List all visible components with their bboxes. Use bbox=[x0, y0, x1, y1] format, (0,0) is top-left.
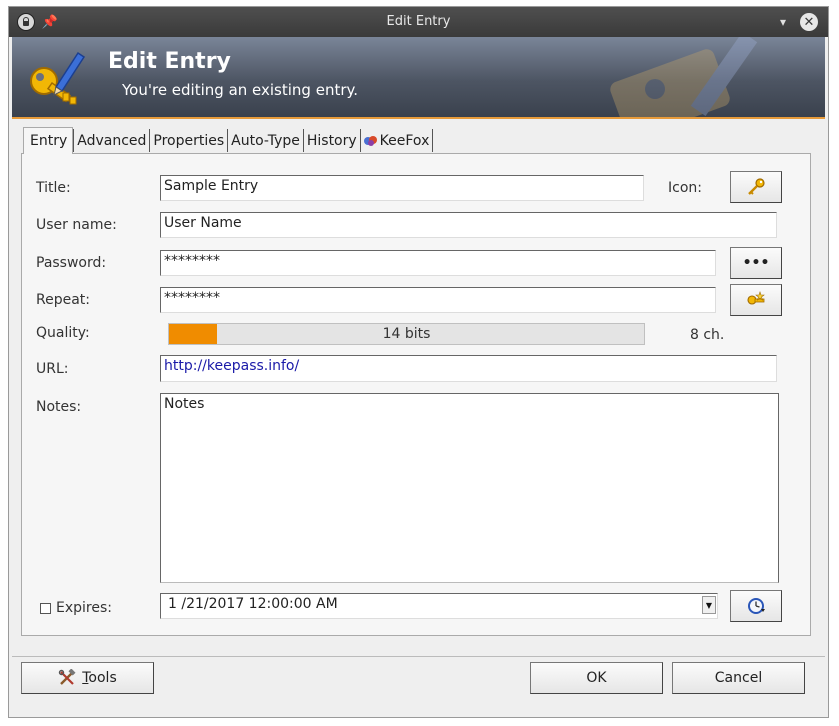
quality-char-count: 8 ch. bbox=[690, 327, 725, 343]
notes-label: Notes: bbox=[36, 399, 82, 415]
icon-picker-button[interactable] bbox=[730, 171, 782, 203]
cancel-button[interactable]: Cancel bbox=[672, 662, 805, 694]
username-label: User name: bbox=[36, 217, 117, 233]
tab-auto-type[interactable]: Auto-Type bbox=[228, 129, 304, 152]
expires-label[interactable]: Expires: bbox=[56, 600, 112, 616]
tab-advanced[interactable]: Advanced bbox=[73, 129, 151, 152]
username-field[interactable]: User Name bbox=[160, 212, 777, 238]
tab-keefox[interactable]: KeeFox bbox=[361, 129, 434, 152]
url-label: URL: bbox=[36, 361, 69, 377]
tools-button[interactable]: Tools bbox=[21, 662, 154, 694]
title-field[interactable]: Sample Entry bbox=[160, 175, 644, 201]
tab-entry[interactable]: Entry bbox=[23, 127, 74, 154]
expiry-datetime-value: 1 /21/2017 12:00:00 AM bbox=[168, 596, 338, 612]
password-generator-icon bbox=[747, 291, 765, 305]
title-bar[interactable]: 📌 Edit Entry ▾ ✕ bbox=[9, 7, 828, 37]
tools-icon bbox=[59, 669, 76, 685]
banner-title: Edit Entry bbox=[108, 49, 231, 74]
show-password-button[interactable]: ••• bbox=[730, 247, 782, 279]
window-title: Edit Entry bbox=[386, 14, 451, 29]
minimize-icon[interactable]: ▾ bbox=[772, 11, 794, 33]
chevron-down-icon[interactable]: ▼ bbox=[702, 596, 716, 614]
header-banner: Edit Entry You're editing an existing en… bbox=[12, 37, 825, 119]
url-field[interactable]: http://keepass.info/ bbox=[160, 355, 777, 382]
expiry-presets-button[interactable] bbox=[730, 590, 782, 622]
expires-checkbox[interactable] bbox=[40, 603, 51, 614]
title-label: Title: bbox=[36, 180, 71, 196]
tools-label-rest: ools bbox=[88, 670, 117, 686]
quality-meter: 14 bits bbox=[168, 323, 645, 345]
repeat-password-field[interactable]: ******** bbox=[160, 287, 716, 313]
banner-subtitle: You're editing an existing entry. bbox=[122, 81, 359, 99]
tab-bar: Entry Advanced Properties Auto-Type Hist… bbox=[23, 127, 434, 154]
banner-watermark-icon bbox=[610, 37, 758, 117]
tab-properties[interactable]: Properties bbox=[150, 129, 229, 152]
tools-label: Tools bbox=[82, 670, 117, 686]
password-field[interactable]: ******** bbox=[160, 250, 716, 276]
key-pencil-icon bbox=[30, 51, 86, 105]
icon-label: Icon: bbox=[668, 180, 702, 196]
quality-bits-text: 14 bits bbox=[382, 326, 431, 342]
close-icon[interactable]: ✕ bbox=[798, 11, 820, 33]
repeat-label: Repeat: bbox=[36, 292, 90, 308]
footer-separator bbox=[12, 656, 825, 657]
ok-button[interactable]: OK bbox=[530, 662, 663, 694]
clock-icon bbox=[748, 598, 765, 614]
notes-field[interactable]: Notes bbox=[160, 393, 779, 583]
expiry-datetime-picker[interactable]: 1 /21/2017 12:00:00 AM ▼ bbox=[160, 593, 718, 619]
edit-entry-window: 📌 Edit Entry ▾ ✕ Edit Entry You're editi… bbox=[8, 6, 829, 718]
password-label: Password: bbox=[36, 255, 107, 271]
tab-keefox-label: KeeFox bbox=[379, 133, 430, 149]
quality-label: Quality: bbox=[36, 325, 90, 341]
key-icon bbox=[748, 178, 765, 195]
keefox-icon bbox=[363, 136, 377, 146]
tab-history[interactable]: History bbox=[304, 129, 361, 152]
generate-password-button[interactable] bbox=[730, 284, 782, 316]
entry-tab-panel: Title: Sample Entry Icon: User name: Use… bbox=[21, 153, 811, 636]
